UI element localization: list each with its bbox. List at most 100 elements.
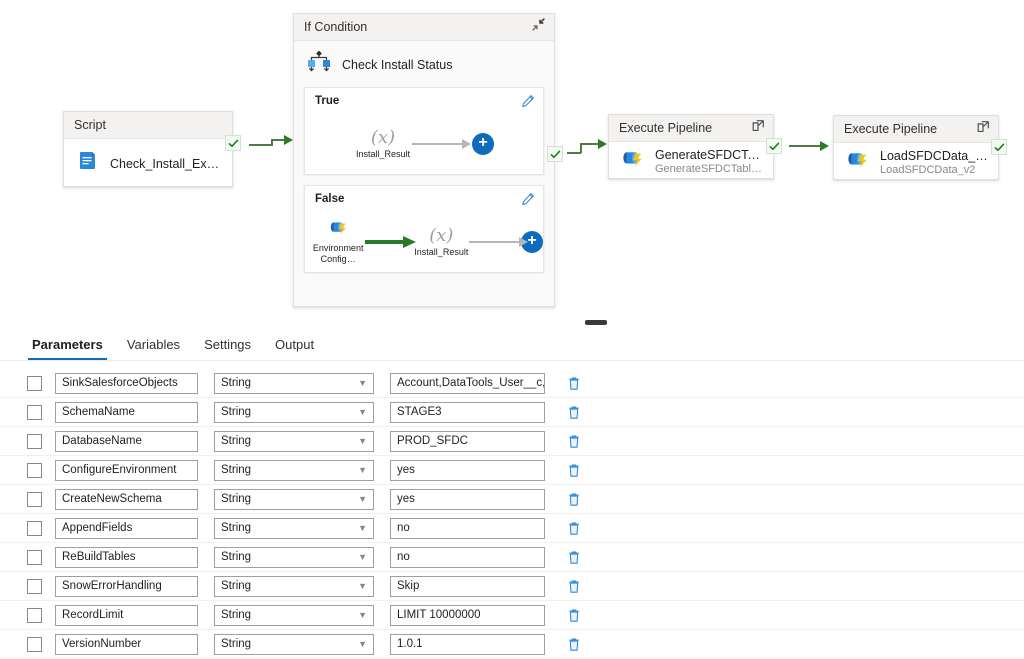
tab-output[interactable]: Output [263,337,326,360]
if-condition-title-row: Check Install Status [294,41,554,87]
trash-icon[interactable] [567,434,581,449]
parameter-row: ConfigureEnvironment String▼ yes [0,456,1024,485]
parameter-type-value: String [221,638,251,650]
trash-icon[interactable] [567,637,581,652]
branch-false[interactable]: False Enviro [304,185,544,273]
execute-pipeline-icon [619,148,645,175]
parameter-name-input[interactable]: CreateNewSchema [55,489,198,510]
parameter-value-input[interactable]: yes [390,489,545,510]
parameter-value-input[interactable]: PROD_SFDC [390,431,545,452]
trash-icon[interactable] [567,376,581,391]
status-badge-if-condition[interactable] [547,146,563,162]
parameter-value-input[interactable]: STAGE3 [390,402,545,423]
activity-body-script: Check_Install_Exists [64,139,232,188]
parameter-type-select[interactable]: String▼ [214,431,374,452]
parameter-row-checkbox[interactable] [27,463,42,478]
activity-card-script[interactable]: Script Check_Install_Exists [63,111,233,187]
parameter-value-input[interactable]: no [390,547,545,568]
activity-name-label: Check Install Status [342,58,452,72]
parameter-type-select[interactable]: String▼ [214,547,374,568]
parameter-name-input[interactable]: SnowErrorHandling [55,576,198,597]
splitter-handle[interactable] [585,320,607,325]
parameter-value-input[interactable]: Account,DataTools_User__c, [390,373,545,394]
plus-icon: + [478,135,487,151]
parameter-value-input[interactable]: 1.0.1 [390,634,545,655]
open-in-new-icon[interactable] [976,120,990,139]
status-badge-execute-pipeline-2[interactable] [991,139,1007,155]
parameter-name-input[interactable]: SinkSalesforceObjects [55,373,198,394]
parameter-type-value: String [221,406,251,418]
parameter-name-input[interactable]: DatabaseName [55,431,198,452]
parameter-name-input[interactable]: VersionNumber [55,634,198,655]
check-icon [994,142,1005,153]
parameter-value-input[interactable]: Skip [390,576,545,597]
tab-parameters[interactable]: Parameters [20,337,115,360]
variable-node-false[interactable]: (x) Install_Result [414,226,468,258]
activity-card-execute-pipeline-2[interactable]: Execute Pipeline LoadSFDCData_v2 [833,115,999,180]
trash-icon[interactable] [567,608,581,623]
parameter-row: SinkSalesforceObjects String▼ Account,Data… [0,369,1024,398]
activity-header-script: Script [64,112,232,139]
parameter-row: SchemaName String ▼ STAGE3 [0,398,1024,427]
trash-icon[interactable] [567,463,581,478]
open-in-new-icon[interactable] [751,119,765,138]
parameter-name-input[interactable]: SchemaName [55,402,198,423]
add-activity-button-true[interactable]: + [472,133,494,155]
parameter-row-checkbox[interactable] [27,405,42,420]
parameter-row: VersionNumber String▼ 1.0.1 [0,630,1024,659]
trash-icon[interactable] [567,521,581,536]
parameter-name-input[interactable]: ConfigureEnvironment [55,460,198,481]
parameter-type-select[interactable]: String▼ [214,489,374,510]
parameter-value-input[interactable]: yes [390,460,545,481]
pipeline-canvas[interactable]: Script Check_Install_Exists [0,0,1024,318]
activity-card-if-condition[interactable]: If Condition Check Install Stat [293,13,555,307]
activity-card-execute-pipeline-1[interactable]: Execute Pipeline GenerateSFDCTab.. [608,114,774,179]
parameter-row-checkbox[interactable] [27,434,42,449]
parameter-type-value: String [221,464,251,476]
execute-pipeline-icon [327,219,349,242]
parameter-row-checkbox[interactable] [27,521,42,536]
parameter-type-select[interactable]: String▼ [214,634,374,655]
trash-icon[interactable] [567,550,581,565]
chevron-down-icon: ▼ [358,582,367,591]
parameter-name-input[interactable]: AppendFields [55,518,198,539]
branch-true[interactable]: True (x) Install_Result + [304,87,544,175]
parameter-type-select[interactable]: String▼ [214,518,374,539]
parameter-row-checkbox[interactable] [27,550,42,565]
pencil-icon[interactable] [521,192,535,211]
parameter-row-checkbox[interactable] [27,579,42,594]
tab-variables[interactable]: Variables [115,337,192,360]
chevron-down-icon: ▼ [358,524,367,533]
pencil-icon[interactable] [521,94,535,113]
trash-icon[interactable] [567,579,581,594]
chevron-down-icon: ▼ [358,408,367,417]
variable-node-true[interactable]: (x) Install_Result [354,128,412,160]
trash-icon[interactable] [567,405,581,420]
parameter-name-input[interactable]: ReBuildTables [55,547,198,568]
parameter-type-value: String [221,377,251,389]
activity-header-if-condition: If Condition [294,14,554,41]
pipeline-node-false[interactable]: EnvironmentConfig… [311,219,365,265]
parameter-value-input[interactable]: LIMIT 10000000 [390,605,545,626]
branch-false-arrow-gray [469,237,522,247]
parameter-type-select[interactable]: String▼ [214,460,374,481]
parameter-type-select[interactable]: String▼ [214,605,374,626]
parameter-type-select[interactable]: String ▼ [214,402,374,423]
parameter-type-select[interactable]: String▼ [214,576,374,597]
parameter-row-checkbox[interactable] [27,376,42,391]
collapse-icon[interactable] [531,17,546,37]
status-badge-execute-pipeline-1[interactable] [766,138,782,154]
parameter-type-select[interactable]: String▼ [214,373,374,394]
activity-subtitle-label: LoadSFDCData_v2 [880,164,988,176]
tab-settings[interactable]: Settings [192,337,263,360]
variable-node-caption: Install_Result [356,149,410,160]
parameter-row-checkbox[interactable] [27,608,42,623]
parameter-row-checkbox[interactable] [27,637,42,652]
parameter-row-checkbox[interactable] [27,492,42,507]
parameter-row: AppendFields String▼ no [0,514,1024,543]
parameter-name-input[interactable]: RecordLimit [55,605,198,626]
properties-panel: Parameters Variables Settings Output Sin… [0,326,1024,648]
status-badge-script[interactable] [225,135,241,151]
trash-icon[interactable] [567,492,581,507]
parameter-value-input[interactable]: no [390,518,545,539]
